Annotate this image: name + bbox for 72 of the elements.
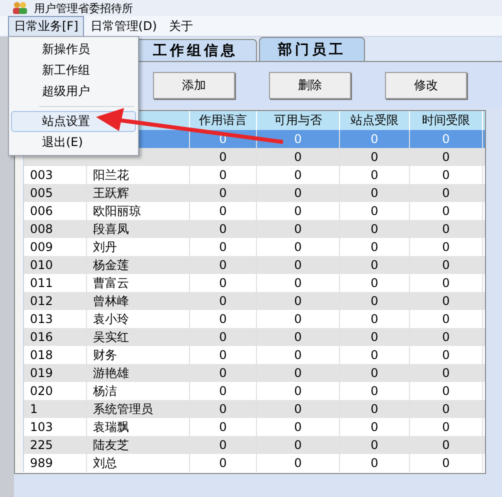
table-cell: 0: [190, 148, 257, 166]
table-cell: 0: [340, 292, 410, 310]
table-cell: 陆友芝: [87, 436, 190, 454]
table-cell: 0: [190, 292, 257, 310]
table-cell: 0: [190, 220, 257, 238]
menu-item[interactable]: 新工作组: [11, 60, 136, 81]
action-button[interactable]: 修改: [385, 72, 467, 98]
table-cell: 0: [190, 184, 257, 202]
table-cell: 0: [340, 328, 410, 346]
table-cell: 0: [257, 364, 340, 382]
action-button[interactable]: 删除: [269, 72, 351, 98]
menu-item[interactable]: 新操作员: [11, 39, 136, 60]
table-cell: 0: [340, 220, 410, 238]
table-cell: 吴实红: [87, 328, 190, 346]
table-cell: 1: [24, 400, 87, 418]
table-cell: 0: [410, 256, 483, 274]
table-cell: 225: [24, 436, 87, 454]
table-cell: 0: [190, 454, 257, 472]
table-cell: 0: [257, 148, 340, 166]
table-cell: 008: [24, 220, 87, 238]
table-cell: 0: [340, 184, 410, 202]
menu-item[interactable]: 退出(E): [11, 132, 136, 153]
table-cell: 0: [257, 436, 340, 454]
users-icon: [12, 2, 28, 14]
menu-bar-item[interactable]: 日常管理(D): [84, 16, 163, 36]
table-cell: 005: [24, 184, 87, 202]
table-cell: 0: [190, 364, 257, 382]
row-header-cell[interactable]: [15, 454, 24, 472]
table-cell: 012: [24, 292, 87, 310]
table-cell: 0: [410, 184, 483, 202]
table-cell: 016: [24, 328, 87, 346]
table-cell: 0: [257, 400, 340, 418]
table-cell: 0: [340, 364, 410, 382]
table-cell: 0: [257, 292, 340, 310]
table-cell: 0: [410, 220, 483, 238]
table-cell: 系统管理员: [87, 400, 190, 418]
table-cell: 0: [340, 454, 410, 472]
table-cell: 0: [190, 400, 257, 418]
table-cell: 0: [340, 148, 410, 166]
table-cell: 0: [257, 454, 340, 472]
tab[interactable]: 部门员工: [259, 37, 365, 61]
table-cell: 0: [410, 148, 483, 166]
menu-bar-item[interactable]: 关于: [162, 16, 199, 36]
table-cell: 0: [190, 436, 257, 454]
table-cell: 刘总: [87, 454, 190, 472]
table-cell: 0: [410, 400, 483, 418]
table-cell: 0: [190, 328, 257, 346]
table-cell: 0: [257, 256, 340, 274]
table-cell: 0: [410, 364, 483, 382]
table-cell: 0: [257, 220, 340, 238]
table-cell: 0: [410, 436, 483, 454]
table-cell: 游艳雄: [87, 364, 190, 382]
table-cell: 0: [340, 256, 410, 274]
table-cell: 0: [257, 184, 340, 202]
table-cell: 段喜凤: [87, 220, 190, 238]
table-cell: 0: [257, 328, 340, 346]
window-title: 用户管理省委招待所: [34, 0, 133, 16]
table-cell: 杨金莲: [87, 256, 190, 274]
table-cell: 019: [24, 364, 87, 382]
table-cell: 王跃辉: [87, 184, 190, 202]
action-button[interactable]: 添加: [153, 72, 235, 98]
table-cell: 0: [340, 436, 410, 454]
table-cell: 010: [24, 256, 87, 274]
table-cell: 0: [410, 328, 483, 346]
menu-item[interactable]: 超级用户: [11, 81, 136, 102]
table-cell: 0: [410, 292, 483, 310]
table-cell: 989: [24, 454, 87, 472]
table-cell: 0: [190, 256, 257, 274]
menu-bar-item[interactable]: 日常业务[F]: [8, 16, 84, 36]
table-cell: 0: [410, 454, 483, 472]
table-cell: 曾林峰: [87, 292, 190, 310]
table-cell: 0: [340, 400, 410, 418]
